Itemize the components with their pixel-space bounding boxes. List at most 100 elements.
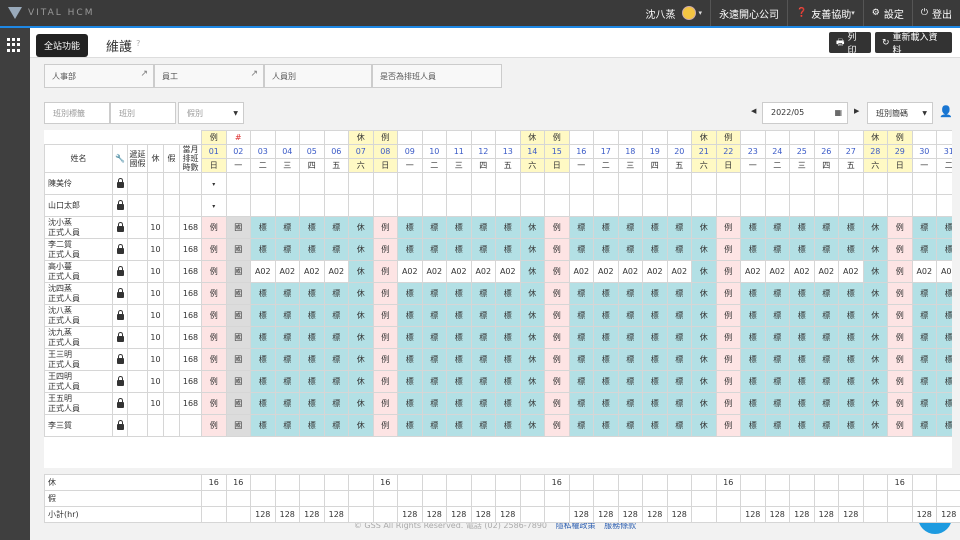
schedule-cell[interactable]: 標: [764, 414, 791, 437]
schedule-cell[interactable]: 標: [250, 414, 276, 437]
schedule-cell[interactable]: 標: [421, 216, 448, 239]
schedule-cell[interactable]: 標: [495, 216, 521, 239]
schedule-cell[interactable]: [299, 172, 325, 195]
schedule-cell[interactable]: 標: [936, 348, 952, 371]
schedule-cell[interactable]: 標: [323, 304, 350, 327]
schedule-cell[interactable]: 例: [715, 216, 742, 239]
schedule-cell[interactable]: 標: [323, 282, 350, 305]
leave-select[interactable]: 假別 ▼: [178, 102, 244, 124]
schedule-cell[interactable]: 標: [568, 370, 595, 393]
schedule-cell[interactable]: [715, 194, 742, 217]
schedule-cell[interactable]: 標: [470, 348, 497, 371]
schedule-cell[interactable]: ▾: [201, 194, 227, 217]
month-picker[interactable]: 2022/05 ▦: [762, 102, 848, 124]
schedule-cell[interactable]: [519, 172, 546, 195]
schedule-cell[interactable]: 例: [887, 216, 913, 239]
schedule-cell[interactable]: 國: [225, 216, 252, 239]
schedule-cell[interactable]: 標: [421, 414, 448, 437]
schedule-cell[interactable]: 例: [372, 348, 399, 371]
apps-grid-icon[interactable]: [7, 38, 21, 52]
schedule-cell[interactable]: 休: [862, 238, 889, 261]
schedule-cell[interactable]: 例: [715, 326, 742, 349]
employee-name-cell[interactable]: 山口太郎: [44, 194, 113, 217]
schedule-cell[interactable]: 標: [740, 304, 766, 327]
schedule-cell[interactable]: 標: [274, 414, 301, 437]
schedule-cell[interactable]: 標: [813, 282, 840, 305]
external-link-icon[interactable]: ↗: [250, 69, 258, 79]
day-date[interactable]: 01: [201, 144, 227, 159]
schedule-cell[interactable]: 休: [862, 216, 889, 239]
day-date[interactable]: 28: [862, 144, 889, 159]
schedule-cell[interactable]: 標: [936, 392, 952, 415]
schedule-cell[interactable]: [691, 172, 717, 195]
schedule-cell[interactable]: 例: [887, 392, 913, 415]
schedule-cell[interactable]: 休: [348, 304, 374, 327]
schedule-cell[interactable]: 標: [789, 216, 815, 239]
schedule-cell[interactable]: 例: [887, 326, 913, 349]
schedule-cell[interactable]: 標: [274, 326, 301, 349]
schedule-cell[interactable]: 標: [274, 392, 301, 415]
schedule-cell[interactable]: 標: [666, 370, 693, 393]
employee-filter[interactable]: 員工 ↗: [154, 64, 264, 88]
schedule-cell[interactable]: 標: [617, 282, 644, 305]
schedule-cell[interactable]: 例: [715, 414, 742, 437]
schedule-cell[interactable]: [323, 172, 350, 195]
schedule-cell[interactable]: 標: [274, 282, 301, 305]
schedule-cell[interactable]: 標: [642, 282, 668, 305]
schedule-cell[interactable]: A02: [838, 260, 864, 283]
schedule-cell[interactable]: 標: [299, 370, 325, 393]
schedule-cell[interactable]: 標: [470, 282, 497, 305]
schedule-cell[interactable]: 標: [666, 282, 693, 305]
schedule-cell[interactable]: 例: [887, 414, 913, 437]
schedule-cell[interactable]: 標: [397, 238, 423, 261]
schedule-cell[interactable]: 標: [274, 370, 301, 393]
schedule-cell[interactable]: 標: [323, 216, 350, 239]
schedule-cell[interactable]: 標: [617, 414, 644, 437]
schedule-cell[interactable]: 標: [470, 238, 497, 261]
schedule-cell[interactable]: 例: [201, 216, 227, 239]
schedule-cell[interactable]: [813, 172, 840, 195]
schedule-cell[interactable]: 標: [642, 326, 668, 349]
schedule-cell[interactable]: 例: [715, 304, 742, 327]
schedule-cell[interactable]: 標: [299, 238, 325, 261]
schedule-cell[interactable]: 例: [372, 392, 399, 415]
schedule-cell[interactable]: [936, 172, 952, 195]
schedule-cell[interactable]: 標: [813, 414, 840, 437]
schedule-cell[interactable]: 標: [470, 304, 497, 327]
day-date[interactable]: 13: [495, 144, 521, 159]
lock-cell[interactable]: [112, 172, 128, 195]
schedule-cell[interactable]: 標: [789, 282, 815, 305]
schedule-cell[interactable]: 標: [299, 348, 325, 371]
schedule-cell[interactable]: 標: [911, 216, 938, 239]
schedule-cell[interactable]: 例: [544, 260, 570, 283]
schedule-cell[interactable]: A02: [617, 260, 644, 283]
schedule-cell[interactable]: 標: [666, 216, 693, 239]
schedule-cell[interactable]: A02: [323, 260, 350, 283]
schedule-cell[interactable]: 標: [838, 392, 864, 415]
schedule-cell[interactable]: [495, 194, 521, 217]
schedule-cell[interactable]: 標: [299, 414, 325, 437]
schedule-cell[interactable]: A02: [911, 260, 938, 283]
schedule-cell[interactable]: 標: [789, 238, 815, 261]
lock-cell[interactable]: [112, 216, 128, 239]
schedule-cell[interactable]: [617, 194, 644, 217]
schedule-cell[interactable]: [593, 194, 619, 217]
schedule-cell[interactable]: 標: [617, 304, 644, 327]
schedule-cell[interactable]: [740, 194, 766, 217]
schedule-cell[interactable]: A02: [397, 260, 423, 283]
schedule-cell[interactable]: 標: [911, 414, 938, 437]
expand-icon[interactable]: ▾: [212, 203, 215, 210]
schedule-cell[interactable]: 標: [323, 392, 350, 415]
schedule-cell[interactable]: 例: [201, 414, 227, 437]
schedule-cell[interactable]: 例: [715, 392, 742, 415]
schedule-cell[interactable]: 標: [838, 238, 864, 261]
schedule-cell[interactable]: A02: [446, 260, 472, 283]
schedule-cell[interactable]: 標: [495, 392, 521, 415]
lock-cell[interactable]: [112, 238, 128, 261]
schedule-cell[interactable]: 休: [519, 216, 546, 239]
schedule-cell[interactable]: 國: [225, 414, 252, 437]
schedule-cell[interactable]: 例: [887, 370, 913, 393]
schedule-cell[interactable]: 標: [740, 216, 766, 239]
schedule-cell[interactable]: 標: [250, 216, 276, 239]
schedule-cell[interactable]: 休: [691, 216, 717, 239]
